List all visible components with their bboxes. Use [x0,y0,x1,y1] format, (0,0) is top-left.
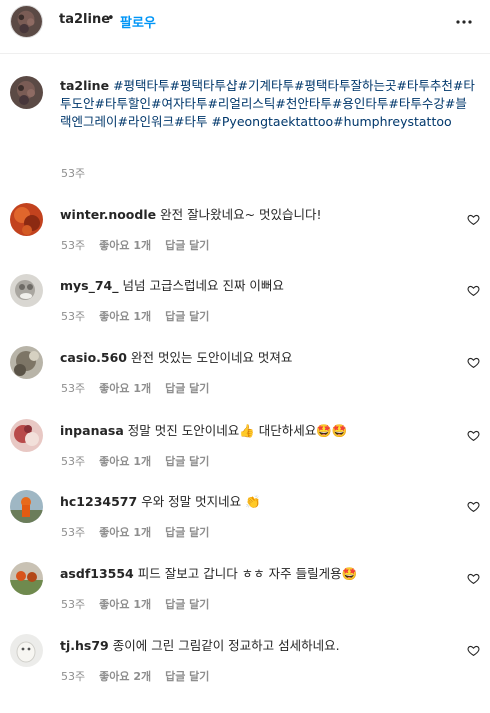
comment-likes[interactable]: 좋아요 1개 [99,310,151,323]
comment-time[interactable]: 53주 [61,526,85,539]
reply-button[interactable]: 답글 달기 [165,239,209,252]
commenter-avatar[interactable] [10,490,43,523]
comment-item: winter.noodle 완전 잘나왔네요~ 멋있습니다! 53주 좋아요 1개 답… [0,203,490,273]
comment-username[interactable]: inpanasa [60,423,124,438]
comment-time[interactable]: 53주 [61,239,85,252]
comment-time[interactable]: 53주 [61,310,85,323]
reply-button[interactable]: 답글 달기 [165,455,209,468]
comment-item: tj.hs79 종이에 그린 그림같이 정교하고 섬세하네요. 53주 좋아요 2개… [0,634,490,704]
comment-username[interactable]: hc1234577 [60,494,137,509]
heart-outline-icon[interactable] [467,282,480,297]
comment-username[interactable]: casio.560 [60,350,127,365]
profile-avatar[interactable] [10,5,43,38]
comment-text: asdf13554 피드 잘보고 갑니다 ㅎㅎ 자주 들릴게용🤩 [60,565,452,583]
comment-text: tj.hs79 종이에 그린 그림같이 정교하고 섬세하네요. [60,637,452,655]
caption-timestamp[interactable]: 53주 [61,165,85,181]
comment-time[interactable]: 53주 [61,455,85,468]
follow-button[interactable]: 팔로우 [120,12,156,31]
comment-body: 종이에 그린 그림같이 정교하고 섬세하네요. [112,638,340,653]
comment-body: 우와 정말 멋지네요 👏 [141,494,261,509]
comment-meta: 53주 좋아요 1개 답글 달기 [61,308,223,324]
comment-likes[interactable]: 좋아요 1개 [99,382,151,395]
comment-likes[interactable]: 좋아요 1개 [99,455,151,468]
comment-username[interactable]: winter.noodle [60,207,156,222]
caption-username[interactable]: ta2line [60,78,109,93]
heart-outline-icon[interactable] [467,570,480,585]
reply-button[interactable]: 답글 달기 [165,310,209,323]
comment-username[interactable]: tj.hs79 [60,638,109,653]
comment-item: inpanasa 정말 멋진 도안이네요👍 대단하세요🤩🤩 53주 좋아요 1개 답글… [0,419,490,489]
commenter-avatar[interactable] [10,419,43,452]
comment-likes[interactable]: 좋아요 2개 [99,670,151,683]
commenter-avatar[interactable] [10,203,43,236]
comment-body: 정말 멋진 도안이네요👍 대단하세요🤩🤩 [127,423,348,438]
reply-button[interactable]: 답글 달기 [165,598,209,611]
comment-body: 완전 잘나왔네요~ 멋있습니다! [160,207,322,222]
comment-item: mys_74_ 넘넘 고급스럽네요 진짜 이뻐요 53주 좋아요 1개 답글 달기 [0,274,490,344]
comment-text: winter.noodle 완전 잘나왔네요~ 멋있습니다! [60,206,452,224]
commenter-avatar[interactable] [10,346,43,379]
heart-outline-icon[interactable] [467,498,480,513]
comment-time[interactable]: 53주 [61,670,85,683]
comment-time[interactable]: 53주 [61,382,85,395]
reply-button[interactable]: 답글 달기 [165,526,209,539]
comment-body: 넘넘 고급스럽네요 진짜 이뻐요 [122,278,284,293]
comment-meta: 53주 좋아요 1개 답글 달기 [61,453,223,469]
comment-text: mys_74_ 넘넘 고급스럽네요 진짜 이뻐요 [60,277,452,295]
comment-body: 피드 잘보고 갑니다 ㅎㅎ 자주 들릴게용🤩 [137,566,358,581]
heart-outline-icon[interactable] [467,642,480,657]
comment-time[interactable]: 53주 [61,598,85,611]
post-header: ta2line • 팔로우 [0,0,490,54]
comment-meta: 53주 좋아요 1개 답글 달기 [61,596,223,612]
comment-meta: 53주 좋아요 2개 답글 달기 [61,668,223,684]
commenter-avatar[interactable] [10,274,43,307]
comment-text: hc1234577 우와 정말 멋지네요 👏 [60,493,452,511]
caption-avatar[interactable] [10,76,43,109]
separator-dot: • [107,11,115,26]
comment-meta: 53주 좋아요 1개 답글 달기 [61,380,223,396]
reply-button[interactable]: 답글 달기 [165,382,209,395]
comment-text: inpanasa 정말 멋진 도안이네요👍 대단하세요🤩🤩 [60,422,452,440]
comment-item: hc1234577 우와 정말 멋지네요 👏 53주 좋아요 1개 답글 달기 [0,490,490,560]
comment-meta: 53주 좋아요 1개 답글 달기 [61,237,223,253]
heart-outline-icon[interactable] [467,354,480,369]
comment-username[interactable]: mys_74_ [60,278,119,293]
comment-body: 완전 멋있는 도안이네요 멋져요 [131,350,293,365]
commenter-avatar[interactable] [10,634,43,667]
heart-outline-icon[interactable] [467,427,480,442]
comment-meta: 53주 좋아요 1개 답글 달기 [61,524,223,540]
comment-item: asdf13554 피드 잘보고 갑니다 ㅎㅎ 자주 들릴게용🤩 53주 좋아요 1… [0,562,490,632]
heart-outline-icon[interactable] [467,211,480,226]
comment-likes[interactable]: 좋아요 1개 [99,526,151,539]
comment-likes[interactable]: 좋아요 1개 [99,598,151,611]
comment-username[interactable]: asdf13554 [60,566,134,581]
more-options-icon[interactable] [454,12,474,32]
commenter-avatar[interactable] [10,562,43,595]
comment-text: casio.560 완전 멋있는 도안이네요 멋져요 [60,349,452,367]
comment-likes[interactable]: 좋아요 1개 [99,239,151,252]
caption-hashtags[interactable]: #평택타투#평택타투샵#기계타투#평택타투잘하는곳#타투추천#타투도안#타투할인… [60,78,475,129]
post-caption: ta2line #평택타투#평택타투샵#기계타투#평택타투잘하는곳#타투추천#타투… [60,77,478,131]
comment-item: casio.560 완전 멋있는 도안이네요 멋져요 53주 좋아요 1개 답글 달기 [0,346,490,416]
reply-button[interactable]: 답글 달기 [165,670,209,683]
header-username[interactable]: ta2line [59,12,110,27]
